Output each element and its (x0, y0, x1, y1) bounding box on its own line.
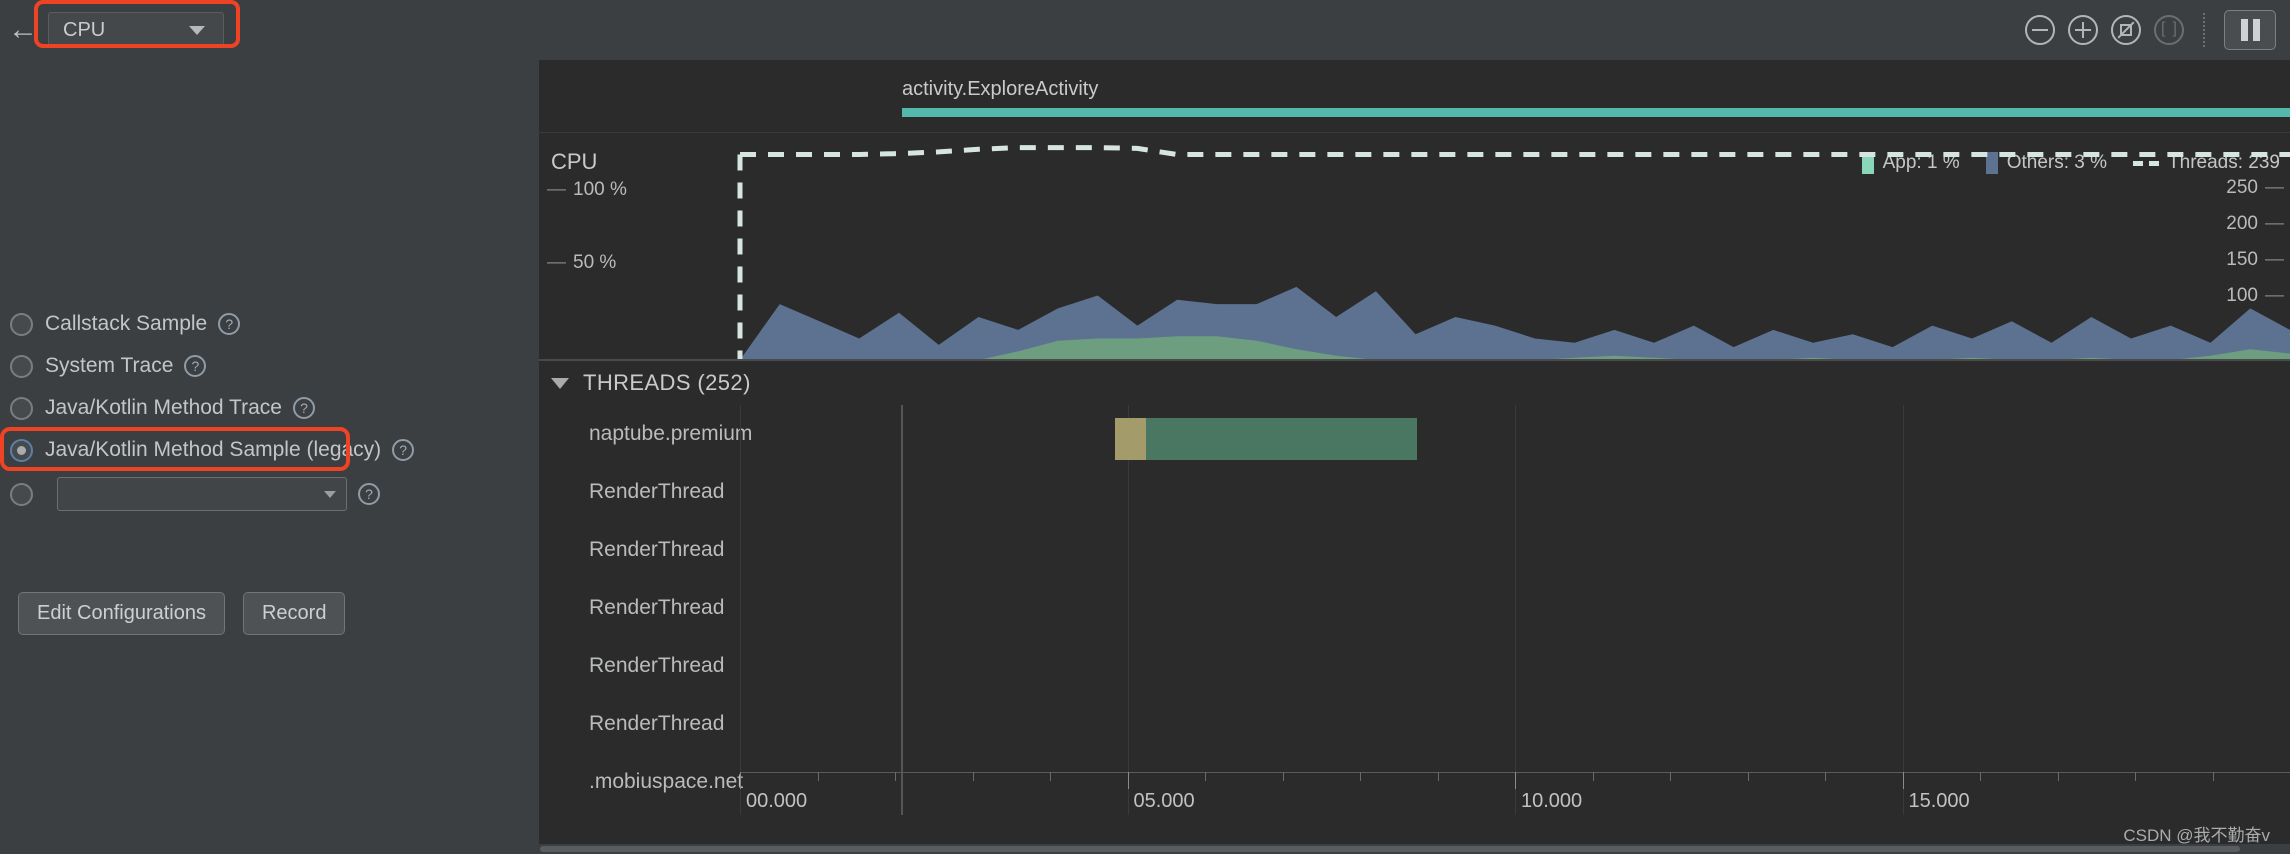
cpu-usage-chart[interactable]: CPU App: 1 % Others: 3 % Threads: 239 10… (539, 132, 2290, 360)
thread-row-label: RenderThread (589, 654, 725, 677)
track-gridline (1127, 405, 1129, 815)
thread-row-label: RenderThread (589, 480, 725, 503)
back-arrow-icon[interactable]: ← (0, 0, 46, 60)
radio-label: System Trace (45, 354, 174, 377)
timeline-major-tick (1902, 772, 1904, 789)
track-gridlines (740, 405, 2290, 815)
thread-row-label: RenderThread (589, 596, 725, 619)
threads-header[interactable]: THREADS (252) (539, 361, 2290, 405)
timeline-axis: 00.00005.00010.00015.00020.0 (740, 772, 2290, 822)
cpu-plot-svg (737, 145, 2290, 360)
recording-config-panel: Callstack Sample ? System Trace ? Java/K… (0, 60, 538, 854)
timeline-major-tick (1515, 772, 1516, 789)
radio-system-trace[interactable]: System Trace ? (0, 345, 538, 387)
radio-java-kotlin-method-sample-legacy[interactable]: Java/Kotlin Method Sample (legacy) ? (0, 429, 538, 471)
timeline-label: 10.000 (1521, 790, 1583, 812)
help-icon[interactable]: ? (292, 397, 315, 419)
profiler-main: activity.ExploreActivity CPU App: 1 % Ot… (539, 60, 2290, 854)
profiler-select[interactable]: CPU (48, 12, 224, 48)
thread-row-label: RenderThread (589, 712, 725, 735)
track-gridline (740, 405, 741, 815)
thread-track-area[interactable] (740, 405, 2290, 815)
radio-indicator (10, 312, 33, 336)
scrollbar-thumb[interactable] (540, 846, 2240, 852)
threads-title: THREADS (252) (583, 370, 751, 395)
timeline-minor-tick (1747, 772, 1749, 781)
timeline-label: 00.000 (746, 790, 808, 812)
cpu-threads-line (740, 145, 2290, 157)
left-panel-scrollbar[interactable] (528, 60, 538, 854)
horizontal-scrollbar[interactable] (0, 844, 2290, 854)
timeline-label: 15.000 (1908, 790, 1970, 812)
thread-segment[interactable] (1146, 418, 1418, 460)
thread-row-label: RenderThread (589, 538, 725, 561)
radio-custom-configuration[interactable]: ? (0, 471, 538, 517)
timeline-minor-tick (1360, 772, 1361, 781)
timeline-minor-tick (2135, 772, 2136, 781)
zoom-in-icon[interactable] (2068, 15, 2098, 45)
timeline-minor-tick (1670, 772, 1671, 781)
activity-band: activity.ExploreActivity (539, 60, 2290, 132)
thread-row-label: naptube.premium (589, 422, 753, 445)
chevron-down-icon (189, 25, 205, 35)
timeline-minor-tick (1205, 772, 1206, 781)
radio-java-kotlin-method-trace[interactable]: Java/Kotlin Method Trace ? (0, 387, 538, 429)
track-gridline (1515, 405, 1516, 815)
help-icon[interactable]: ? (358, 483, 380, 505)
activity-name: activity.ExploreActivity (902, 78, 1099, 100)
chevron-down-icon (551, 377, 569, 389)
timeline-minor-tick (895, 772, 896, 781)
timeline-minor-tick (1282, 772, 1284, 781)
radio-indicator (10, 482, 33, 506)
chevron-down-icon (324, 490, 336, 498)
help-icon[interactable]: ? (218, 313, 241, 335)
threads-section: THREADS (252) naptube.premium RenderThrea… (539, 359, 2290, 854)
profiler-window: ← CPU [] Callstack Sample ? System Trace… (0, 0, 2290, 854)
radio-indicator-selected (10, 438, 33, 462)
activity-lifecycle-bar (902, 108, 2290, 117)
toolbar-separator (2203, 13, 2205, 47)
timeline-minor-tick (2212, 772, 2214, 781)
radio-indicator (10, 354, 33, 378)
thread-segment[interactable] (1115, 418, 1147, 460)
cpu-area-others (740, 286, 2290, 360)
timeline-minor-tick (1437, 772, 1439, 781)
fit-to-screen-icon[interactable]: [] (2154, 15, 2184, 45)
custom-configuration-select[interactable] (57, 477, 347, 511)
toolbar-actions: [] (2025, 10, 2290, 50)
help-icon[interactable]: ? (184, 355, 207, 377)
table-row[interactable] (740, 418, 2290, 460)
zoom-out-icon[interactable] (2025, 15, 2055, 45)
radio-label: Java/Kotlin Method Sample (legacy) (45, 438, 382, 461)
timeline-minor-tick (2057, 772, 2059, 781)
track-gridline (1902, 405, 1904, 815)
timeline-label: 05.000 (1133, 790, 1195, 812)
timeline-minor-tick (1825, 772, 1826, 781)
radio-label: Callstack Sample (45, 312, 208, 335)
pause-button[interactable] (2224, 10, 2276, 50)
reset-zoom-icon[interactable] (2111, 15, 2141, 45)
radio-indicator (10, 396, 33, 420)
config-buttons: Edit Configurations Record (18, 592, 346, 635)
timeline-minor-tick (1592, 772, 1594, 781)
radio-label: Java/Kotlin Method Trace (45, 396, 282, 419)
timeline-minor-tick (972, 772, 974, 781)
recording-type-group: Callstack Sample ? System Trace ? Java/K… (0, 303, 538, 517)
timeline-major-tick (740, 772, 741, 789)
edit-configurations-button[interactable]: Edit Configurations (18, 592, 225, 635)
record-button[interactable]: Record (242, 592, 346, 635)
timeline-minor-tick (1050, 772, 1051, 781)
thread-row-label: .mobiuspace.net (589, 770, 744, 793)
timeline-major-tick (1127, 772, 1129, 789)
help-icon[interactable]: ? (392, 439, 415, 461)
timeline-minor-tick (817, 772, 819, 781)
timeline-minor-tick (1980, 772, 1981, 781)
watermark: CSDN @我不勤奋v (2123, 826, 2270, 845)
profiler-select-wrapper: CPU (34, 0, 240, 48)
top-toolbar: ← CPU [] (0, 0, 2290, 60)
radio-callstack-sample[interactable]: Callstack Sample ? (0, 303, 538, 345)
threads-body: naptube.premium RenderThread RenderThread R… (539, 405, 2290, 854)
profiler-select-value: CPU (63, 18, 106, 41)
